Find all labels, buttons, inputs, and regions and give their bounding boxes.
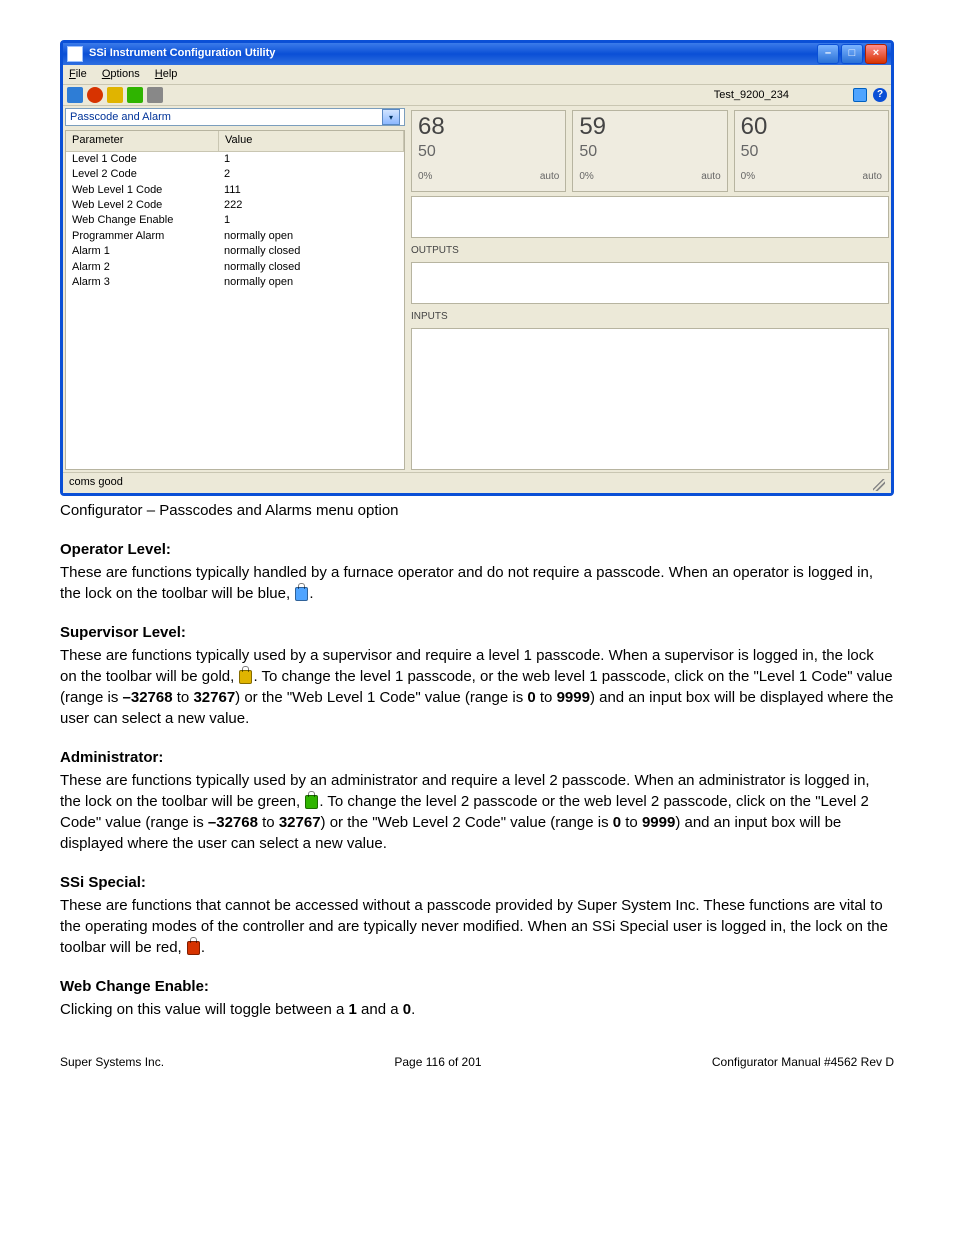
table-row[interactable]: Level 1 Code1 xyxy=(66,152,404,167)
maximize-button[interactable]: □ xyxy=(841,44,863,64)
close-button[interactable]: × xyxy=(865,44,887,64)
gauge: 6050 0% auto xyxy=(734,110,889,192)
statusbar: coms good xyxy=(63,472,891,492)
app-window: SSi Instrument Configuration Utility – □… xyxy=(60,40,894,496)
gauge-sp: 50 xyxy=(741,141,882,163)
outputs-label: OUTPUTS xyxy=(411,244,889,258)
row-value[interactable]: 2 xyxy=(218,167,404,182)
titlebar: SSi Instrument Configuration Utility – □… xyxy=(63,43,891,65)
gap-box xyxy=(411,196,889,238)
menu-options[interactable]: Options xyxy=(102,68,140,80)
ssi-paragraph: These are functions that cannot be acces… xyxy=(60,895,894,958)
ssi-title: SSi Special: xyxy=(60,872,894,893)
supervisor-title: Supervisor Level: xyxy=(60,622,894,643)
lock-green-icon xyxy=(305,795,318,809)
lock-blue-icon xyxy=(295,587,308,601)
row-value[interactable]: 1 xyxy=(218,213,404,228)
app-icon xyxy=(67,46,83,62)
gauge-pv: 60 xyxy=(741,115,882,139)
workspace: Passcode and Alarm ▾ Parameter Value Lev… xyxy=(63,106,891,472)
menubar: File Options Help xyxy=(63,65,891,85)
lock-red-icon xyxy=(187,941,200,955)
row-param: Web Level 1 Code xyxy=(66,183,218,198)
web-paragraph: Clicking on this value will toggle betwe… xyxy=(60,999,894,1020)
row-value[interactable]: normally open xyxy=(218,275,404,290)
supervisor-paragraph: These are functions typically used by a … xyxy=(60,645,894,729)
settings-icon[interactable] xyxy=(147,87,163,103)
row-param: Alarm 3 xyxy=(66,275,218,290)
row-param: Level 2 Code xyxy=(66,167,218,182)
table-row[interactable]: Alarm 3normally open xyxy=(66,275,404,290)
row-param: Web Level 2 Code xyxy=(66,198,218,213)
row-param: Alarm 2 xyxy=(66,260,218,275)
row-param: Alarm 1 xyxy=(66,244,218,259)
footer-left: Super Systems Inc. xyxy=(60,1054,164,1071)
gauge-mode: auto xyxy=(701,170,720,184)
gauge: 6850 0% auto xyxy=(411,110,566,192)
row-value[interactable]: 222 xyxy=(218,198,404,213)
row-value[interactable]: normally open xyxy=(218,229,404,244)
gauge: 5950 0% auto xyxy=(572,110,727,192)
page-footer: Super Systems Inc. Page 116 of 201 Confi… xyxy=(60,1054,894,1071)
figure-caption: Configurator – Passcodes and Alarms menu… xyxy=(60,500,894,521)
lock-icon[interactable] xyxy=(853,88,867,102)
device-label: Test_9200_234 xyxy=(714,88,789,103)
resize-grip-icon[interactable] xyxy=(873,479,885,491)
footer-center: Page 116 of 201 xyxy=(394,1054,481,1071)
gauge-pv: 59 xyxy=(579,115,720,139)
gauge-pct: 0% xyxy=(579,170,593,184)
row-value[interactable]: 1 xyxy=(218,152,404,167)
table-row[interactable]: Alarm 1normally closed xyxy=(66,244,404,259)
table-row[interactable]: Web Level 2 Code222 xyxy=(66,198,404,213)
gauge-mode: auto xyxy=(540,170,559,184)
connect-icon[interactable] xyxy=(67,87,83,103)
menu-help[interactable]: Help xyxy=(155,68,178,80)
row-value[interactable]: normally closed xyxy=(218,244,404,259)
operator-title: Operator Level: xyxy=(60,539,894,560)
gauge-sp: 50 xyxy=(418,141,559,163)
table-row[interactable]: Web Change Enable1 xyxy=(66,213,404,228)
gauge-pct: 0% xyxy=(418,170,432,184)
download-icon[interactable] xyxy=(107,87,123,103)
table-row[interactable]: Alarm 2normally closed xyxy=(66,260,404,275)
outputs-box xyxy=(411,262,889,304)
status-text: coms good xyxy=(69,475,873,490)
gauge-sp: 50 xyxy=(579,141,720,163)
section-select[interactable]: Passcode and Alarm ▾ xyxy=(65,108,405,126)
row-param: Programmer Alarm xyxy=(66,229,218,244)
gauge-pct: 0% xyxy=(741,170,755,184)
parameter-table: Parameter Value Level 1 Code1Level 2 Cod… xyxy=(65,130,405,470)
row-value[interactable]: 111 xyxy=(218,183,404,198)
table-row[interactable]: Web Level 1 Code111 xyxy=(66,183,404,198)
menu-file[interactable]: File xyxy=(69,68,87,80)
help-icon[interactable]: ? xyxy=(873,88,887,102)
inputs-box xyxy=(411,328,889,470)
chevron-down-icon[interactable]: ▾ xyxy=(382,109,400,125)
footer-right: Configurator Manual #4562 Rev D xyxy=(712,1054,894,1071)
admin-paragraph: These are functions typically used by an… xyxy=(60,770,894,854)
toolbar: Test_9200_234 ? xyxy=(63,85,891,106)
window-title: SSi Instrument Configuration Utility xyxy=(89,46,817,61)
gauge-mode: auto xyxy=(863,170,882,184)
web-title: Web Change Enable: xyxy=(60,976,894,997)
col-value: Value xyxy=(219,131,404,150)
table-row[interactable]: Programmer Alarmnormally open xyxy=(66,229,404,244)
stop-icon[interactable] xyxy=(87,87,103,103)
row-param: Web Change Enable xyxy=(66,213,218,228)
gauge-pv: 68 xyxy=(418,115,559,139)
row-value[interactable]: normally closed xyxy=(218,260,404,275)
inputs-label: INPUTS xyxy=(411,310,889,324)
col-parameter: Parameter xyxy=(66,131,219,150)
refresh-icon[interactable] xyxy=(127,87,143,103)
lock-gold-icon xyxy=(239,670,252,684)
admin-title: Administrator: xyxy=(60,747,894,768)
operator-paragraph: These are functions typically handled by… xyxy=(60,562,894,604)
section-select-value: Passcode and Alarm xyxy=(70,110,382,125)
row-param: Level 1 Code xyxy=(66,152,218,167)
table-row[interactable]: Level 2 Code2 xyxy=(66,167,404,182)
minimize-button[interactable]: – xyxy=(817,44,839,64)
